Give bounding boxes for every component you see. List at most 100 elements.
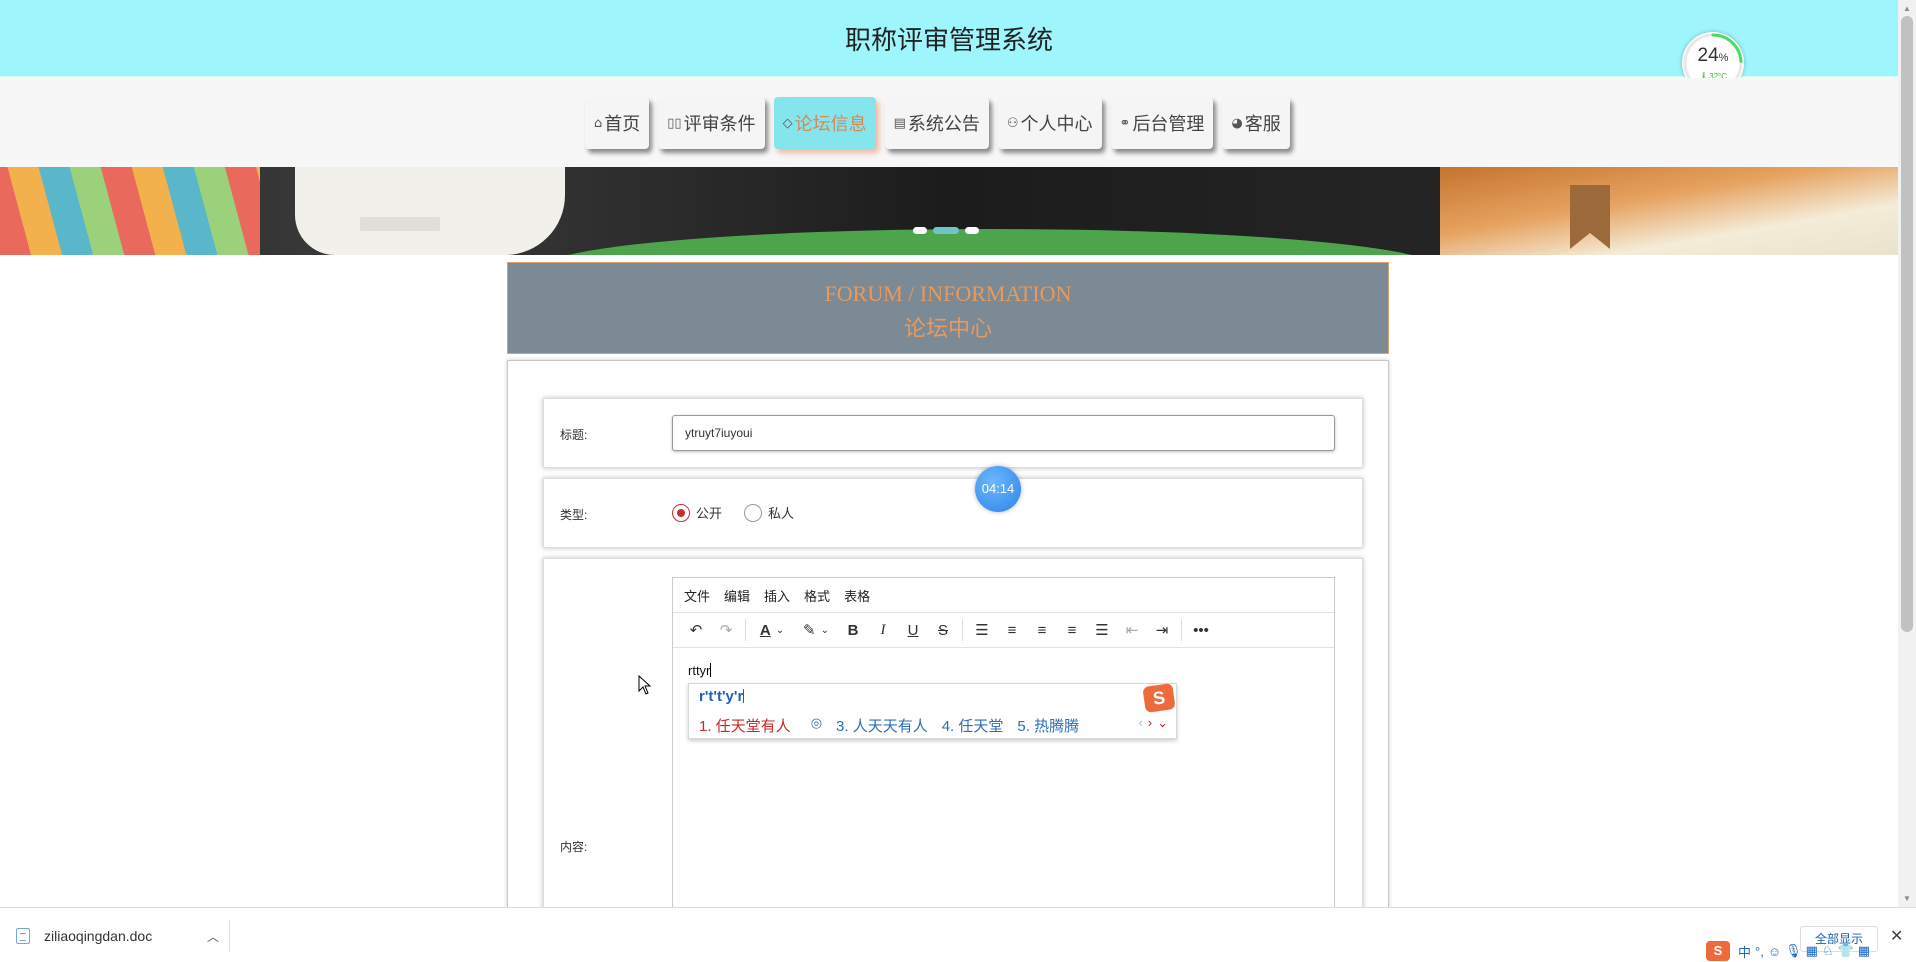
chevron-up-icon[interactable]: ︿: [207, 928, 219, 945]
ime-eye-icon[interactable]: ◎: [811, 715, 822, 736]
ime-candidate-window: r't't'y'r S 1. 任天堂有人 ◎ 3. 人天天有人 4. 任天堂 5. 热腾…: [688, 683, 1177, 739]
align-justify-icon[interactable]: ☰: [1087, 616, 1117, 644]
main-nav: ⌂ 首页 ▯▯ 评审条件 ◇ 论坛信息 ▤ 系统公告 ⚇ 个人中心 ⚭ 后台管理 ◕ 客服: [0, 78, 1898, 167]
scroll-down-icon[interactable]: ▼: [1903, 894, 1911, 903]
document-icon: ▤: [893, 115, 906, 131]
nav-item-2[interactable]: ◇ 论坛信息: [773, 97, 876, 149]
strikethrough-icon[interactable]: S: [928, 616, 958, 644]
type-row: 类型: 公开 私人: [543, 478, 1363, 548]
ime-prev-icon[interactable]: ‹: [1138, 715, 1142, 731]
text-color-icon[interactable]: A ⌄: [750, 616, 794, 644]
content-label: 内容:: [560, 840, 588, 854]
nav-item-label: 后台管理: [1132, 114, 1205, 135]
nav-item-4[interactable]: ⚇ 个人中心: [997, 97, 1102, 149]
ime-candidate[interactable]: 1. 任天堂有人: [699, 715, 791, 736]
type-label: 类型:: [560, 508, 588, 522]
title-row: 标题:: [543, 398, 1363, 468]
tray-item-icon[interactable]: 中: [1738, 942, 1751, 961]
forum-title-en: FORUM / INFORMATION: [824, 281, 1072, 306]
editor-menu-item[interactable]: 插入: [764, 586, 790, 605]
content-row: 内容: 文件 编辑 插入 格式 表格 ↶ ↷ A ⌄ ✎ ⌄ B I U S ☰ ≡ ≡ ≡…: [543, 558, 1363, 962]
radio-circle-icon: [672, 503, 690, 522]
banner-books-left: [0, 167, 260, 255]
usage-percent: 24%: [1697, 45, 1729, 66]
radio-label: 私人: [768, 506, 795, 521]
outdent-icon[interactable]: ⇤: [1117, 616, 1147, 644]
nav-item-6[interactable]: ◕ 客服: [1222, 97, 1290, 149]
link-icon: ⚭: [1119, 115, 1131, 131]
forum-header: FORUM / INFORMATION 论坛中心: [507, 262, 1389, 354]
indent-icon[interactable]: ⇥: [1147, 616, 1177, 644]
nav-item-label: 系统公告: [907, 114, 980, 135]
document-file-icon: [16, 928, 30, 944]
tray-item-icon[interactable]: ▦: [1806, 943, 1818, 959]
banner-figure-detail: [360, 217, 440, 231]
title-input[interactable]: [672, 415, 1335, 451]
download-filename: ziliaoqingdan.doc: [44, 928, 153, 944]
align-right-icon[interactable]: ≡: [1057, 616, 1087, 644]
editor-menubar: 文件 编辑 插入 格式 表格: [673, 578, 1334, 613]
tray-item-icon[interactable]: ▦: [1858, 943, 1870, 959]
service-icon: ◕: [1231, 115, 1243, 131]
radio-circle-icon: [744, 503, 763, 522]
carousel-dot[interactable]: [913, 227, 927, 234]
nav-item-label: 论坛信息: [794, 114, 867, 135]
redo-icon[interactable]: ↷: [711, 616, 741, 644]
banner-figure: [295, 167, 565, 255]
timer-bubble[interactable]: 04:14: [975, 466, 1021, 512]
ime-candidate[interactable]: 3. 人天天有人: [836, 715, 928, 736]
ime-next-icon[interactable]: ›: [1148, 715, 1152, 731]
banner-carousel: [0, 167, 1898, 255]
banner-books-right: [1440, 167, 1898, 255]
sogou-tray-logo-icon[interactable]: S: [1706, 941, 1730, 961]
type-radio-option[interactable]: 私人: [744, 503, 794, 522]
align-left-icon[interactable]: ≡: [997, 616, 1027, 644]
banner-hill: [540, 229, 1440, 255]
tray-item-icon[interactable]: 🎙: [1785, 943, 1802, 959]
nav-item-label: 个人中心: [1020, 114, 1093, 135]
ime-expand-icon[interactable]: ⌄: [1157, 715, 1168, 731]
carousel-dot[interactable]: [965, 227, 979, 234]
editor-text: rttyr: [688, 663, 711, 678]
ime-status-tray: S 中 °, ☺ 🎙 ▦ ♘ 👕 ▦: [1706, 940, 1916, 962]
tray-item-icon[interactable]: ☺: [1768, 944, 1781, 959]
underline-icon[interactable]: U: [898, 616, 928, 644]
tray-item-icon[interactable]: 👕: [1838, 943, 1854, 959]
type-radio-option[interactable]: 公开: [672, 503, 722, 522]
editor-menu-item[interactable]: 格式: [804, 586, 830, 605]
nav-item-0[interactable]: ⌂ 首页: [585, 97, 650, 149]
italic-icon[interactable]: I: [868, 616, 898, 644]
line-height-icon[interactable]: ☰: [967, 616, 997, 644]
tray-item-icon[interactable]: ♘: [1822, 943, 1834, 959]
download-item[interactable]: ziliaoqingdan.doc ︿: [10, 920, 230, 952]
editor-menu-item[interactable]: 编辑: [724, 586, 750, 605]
ime-candidate[interactable]: 5. 热腾腾: [1017, 715, 1079, 736]
bold-icon[interactable]: B: [838, 616, 868, 644]
nav-item-5[interactable]: ⚭ 后台管理: [1110, 97, 1214, 149]
mouse-cursor-icon: [638, 675, 652, 695]
editor-menu-item[interactable]: 文件: [684, 586, 710, 605]
rich-text-editor: 文件 编辑 插入 格式 表格 ↶ ↷ A ⌄ ✎ ⌄ B I U S ☰ ≡ ≡ ≡ ☰ ⇤…: [672, 577, 1335, 937]
toolbar-separator: [962, 619, 963, 641]
page-scrollbar[interactable]: ▲ ▼: [1898, 0, 1916, 907]
ime-candidate[interactable]: 4. 任天堂: [942, 715, 1004, 736]
tag-icon: ◇: [782, 115, 793, 131]
carousel-dot[interactable]: [933, 227, 959, 234]
toolbar-separator: [1181, 619, 1182, 641]
nav-item-1[interactable]: ▯▯ 评审条件: [658, 97, 765, 149]
download-bar: ziliaoqingdan.doc ︿ 全部显示 ✕: [0, 907, 1916, 962]
editor-menu-item[interactable]: 表格: [844, 586, 870, 605]
tray-item-icon[interactable]: °,: [1755, 944, 1764, 959]
undo-icon[interactable]: ↶: [681, 616, 711, 644]
align-center-icon[interactable]: ≡: [1027, 616, 1057, 644]
more-icon[interactable]: •••: [1186, 616, 1216, 644]
nav-item-3[interactable]: ▤ 系统公告: [884, 97, 989, 149]
radio-label: 公开: [696, 506, 723, 521]
top-header: 职称评审管理系统: [0, 0, 1898, 77]
book-icon: ▯▯: [667, 115, 682, 131]
forum-title-cn: 论坛中心: [903, 316, 992, 341]
highlight-color-icon[interactable]: ✎ ⌄: [794, 616, 838, 644]
forum-form: 标题: 类型: 公开 私人 内容: 文件编辑插入格式表格 ↶ ↷ A⌄ ✎⌄ B …: [507, 360, 1389, 962]
scroll-up-icon[interactable]: ▲: [1903, 4, 1911, 13]
scrollbar-thumb[interactable]: [1901, 16, 1913, 632]
